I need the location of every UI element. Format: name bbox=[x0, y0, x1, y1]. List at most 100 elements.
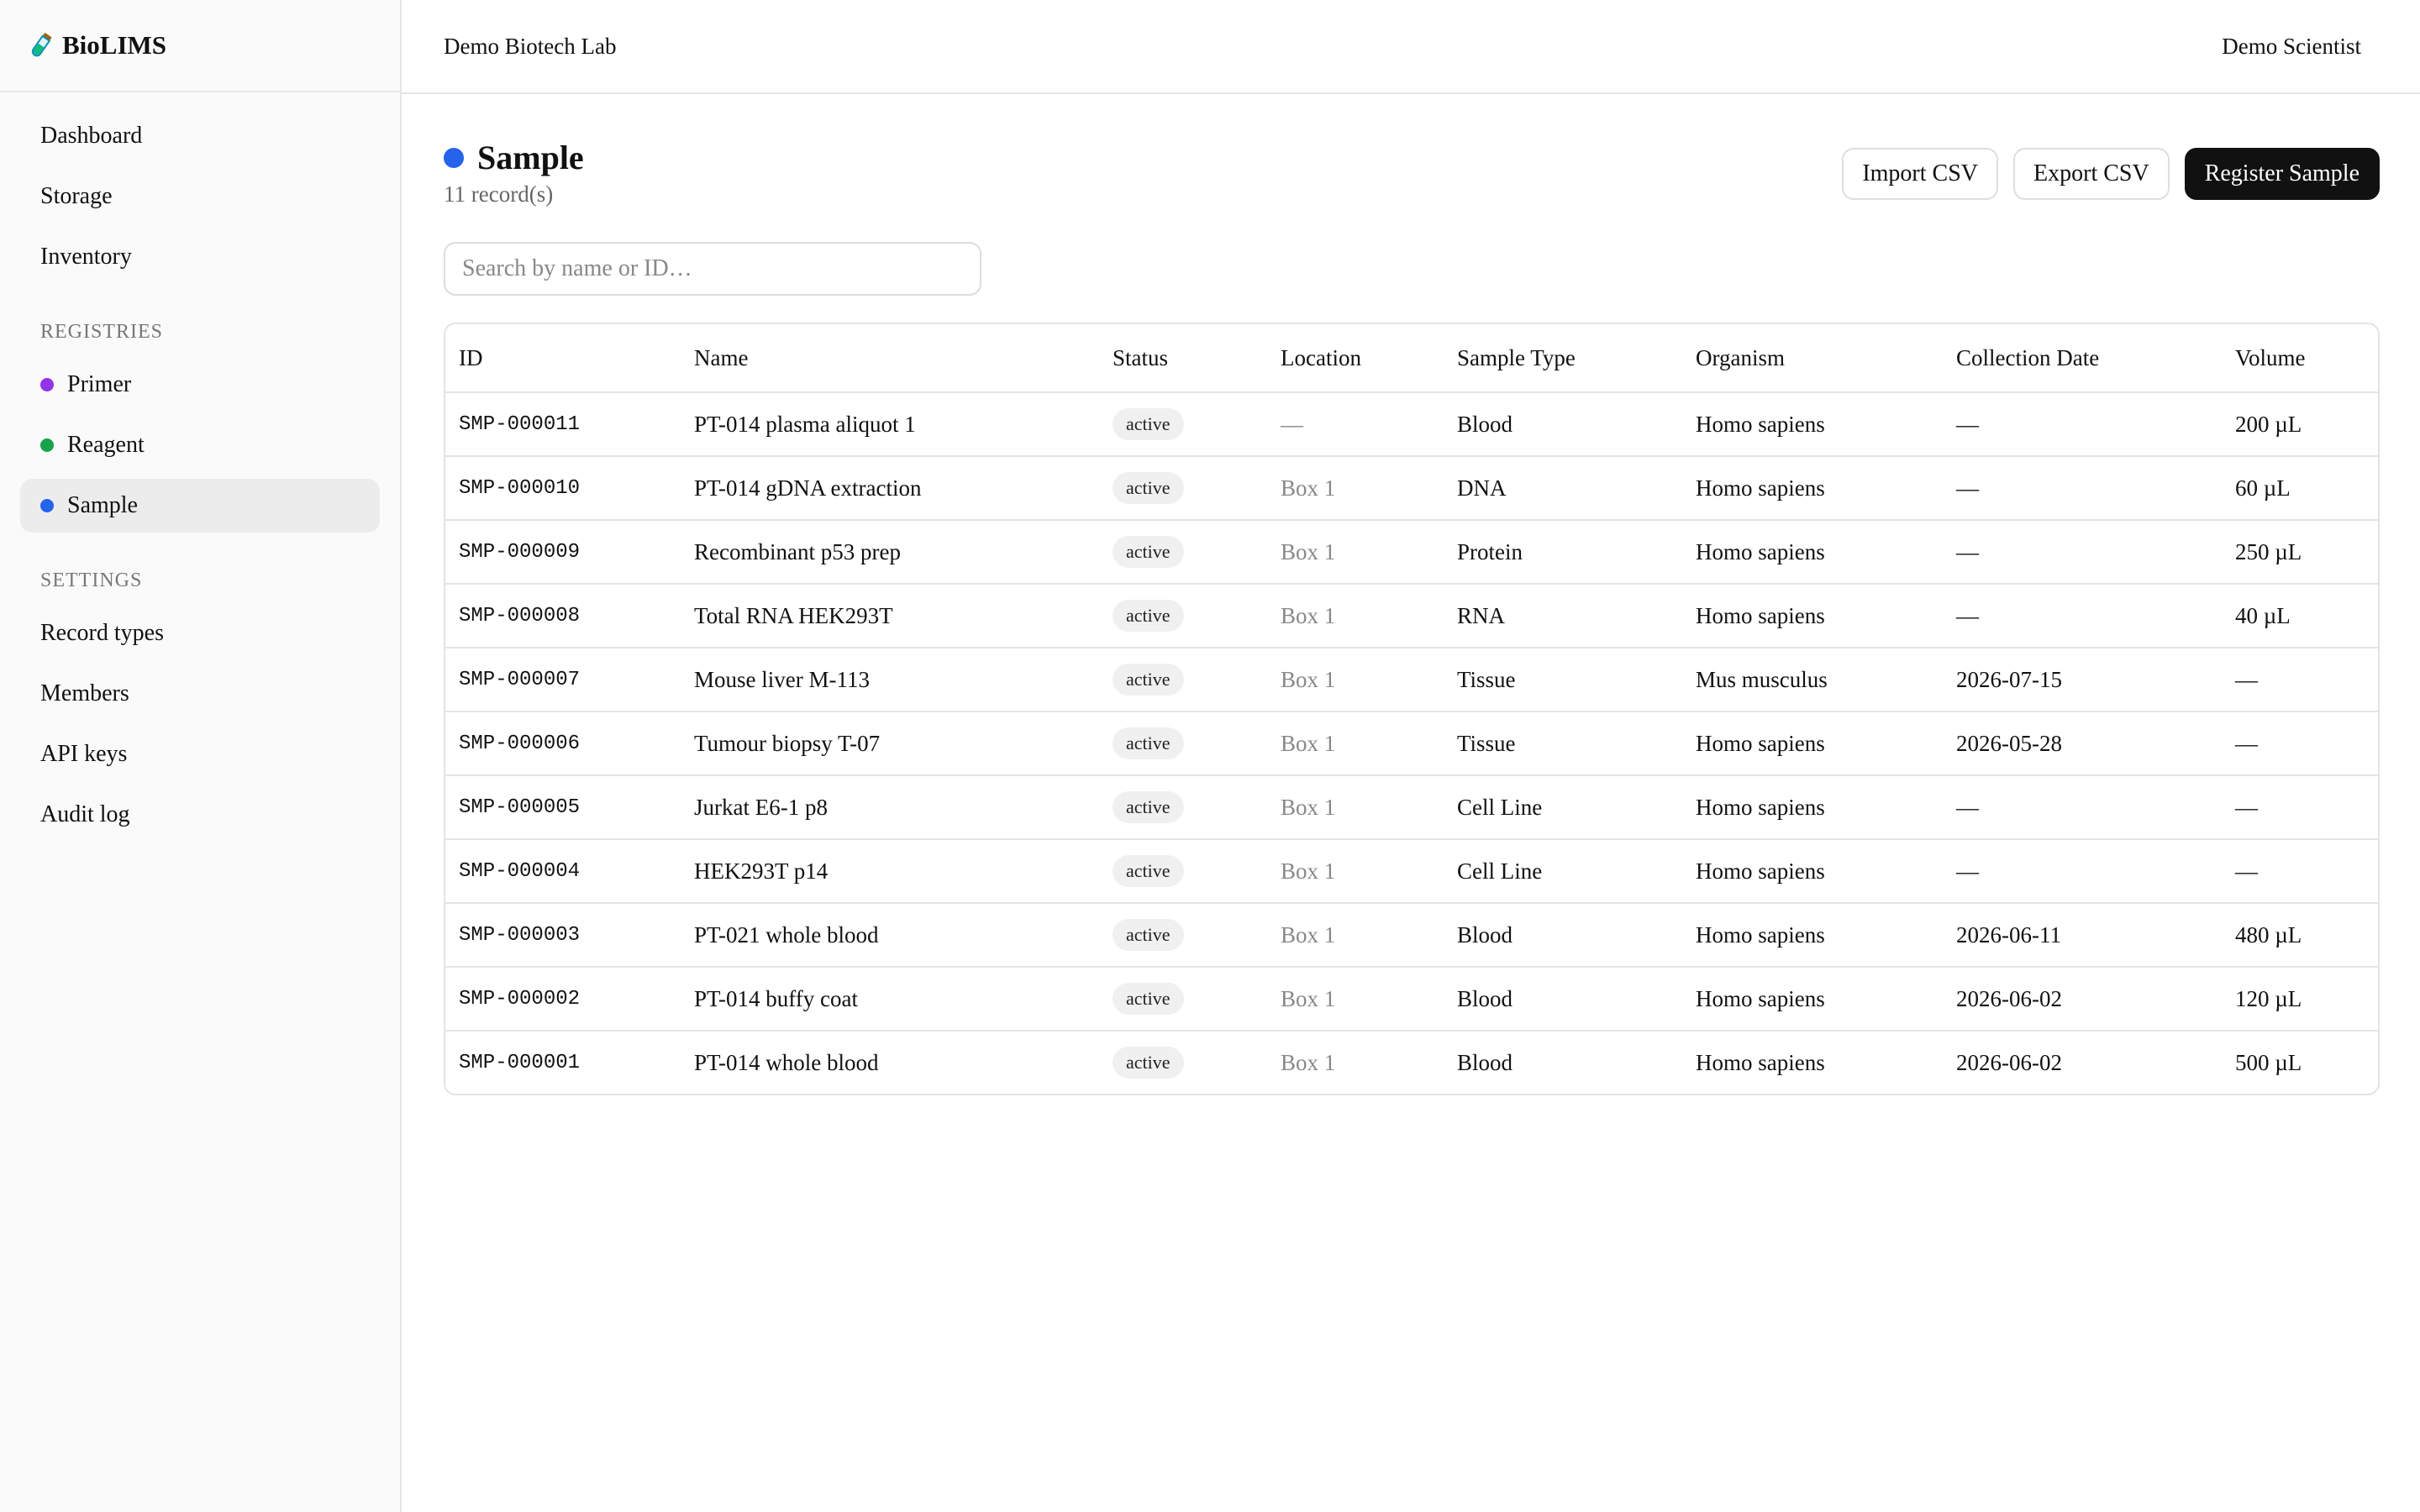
cell-name[interactable]: Jurkat E6-1 p8 bbox=[681, 775, 1099, 840]
cell-name[interactable]: Mouse liver M-113 bbox=[681, 648, 1099, 712]
status-badge: active bbox=[1113, 472, 1184, 504]
table-row[interactable]: SMP-000007 Mouse liver M-113 active Box 1 Ti… bbox=[445, 648, 2378, 712]
cell-collection-date: — bbox=[1943, 775, 2222, 840]
cell-location: Box 1 bbox=[1267, 903, 1444, 968]
cell-location: — bbox=[1267, 392, 1444, 457]
column-header-sample-type[interactable]: Sample Type bbox=[1444, 324, 1682, 393]
sidebar-item-label: Inventory bbox=[40, 244, 132, 270]
table-row[interactable]: SMP-000003 PT-021 whole blood active Box 1B… bbox=[445, 903, 2378, 968]
cell-id: SMP-000006 bbox=[445, 711, 681, 776]
cell-volume: 60 µL bbox=[2222, 456, 2378, 521]
column-header-location[interactable]: Location bbox=[1267, 324, 1444, 393]
cell-id: SMP-000004 bbox=[445, 839, 681, 904]
cell-name[interactable]: Tumour biopsy T-07 bbox=[681, 711, 1099, 776]
cell-name[interactable]: PT-021 whole blood bbox=[681, 903, 1099, 968]
page-header: Sample 11 record(s) Import CSV Export CS… bbox=[444, 94, 2380, 220]
sidebar-item-dashboard[interactable]: Dashboard bbox=[20, 109, 380, 163]
cell-name[interactable]: Recombinant p53 prep bbox=[681, 520, 1099, 585]
column-header-organism[interactable]: Organism bbox=[1682, 324, 1943, 393]
search-input[interactable] bbox=[444, 242, 981, 296]
page-actions: Import CSV Export CSV Register Sample bbox=[1842, 148, 2380, 200]
export-csv-button[interactable]: Export CSV bbox=[2013, 148, 2170, 200]
sidebar-item-inventory[interactable]: Inventory bbox=[20, 230, 380, 284]
sidebar-item-label: Reagent bbox=[67, 432, 145, 458]
cell-name[interactable]: PT-014 plasma aliquot 1 bbox=[681, 392, 1099, 457]
column-header-collection-date[interactable]: Collection Date bbox=[1943, 324, 2222, 393]
cell-status: active bbox=[1099, 967, 1267, 1032]
table-row[interactable]: SMP-000006 Tumour biopsy T-07 active Box 1T… bbox=[445, 711, 2378, 776]
cell-name[interactable]: Total RNA HEK293T bbox=[681, 584, 1099, 648]
cell-organism: Homo sapiens bbox=[1696, 1049, 1825, 1075]
column-header-name[interactable]: Name bbox=[681, 324, 1099, 393]
table-row[interactable]: SMP-000001 PT-014 whole blood active Box 1 B… bbox=[445, 1031, 2378, 1094]
register-sample-button[interactable]: Register Sample bbox=[2184, 148, 2380, 200]
table-row[interactable]: SMP-000009 Recombinant p53 prep active Box … bbox=[445, 520, 2378, 585]
flask-icon bbox=[27, 31, 55, 60]
user-menu[interactable]: Demo Scientist bbox=[2222, 34, 2361, 60]
cell-location: Box 1 bbox=[1267, 520, 1444, 585]
cell-location: Box 1 bbox=[1267, 648, 1444, 712]
status-badge: active bbox=[1113, 408, 1184, 440]
cell-organism: Homo sapiens bbox=[1682, 456, 1943, 521]
cell-id: SMP-000005 bbox=[445, 775, 681, 840]
cell-status: active bbox=[1099, 903, 1267, 968]
cell-status: active bbox=[1099, 711, 1267, 776]
cell-volume: — bbox=[2222, 711, 2378, 776]
registry-dot-icon bbox=[444, 147, 464, 168]
sidebar-item-record-types[interactable]: Record types bbox=[20, 606, 380, 660]
table-row[interactable]: SMP-000005 Jurkat E6-1 p8 active Box 1 Cell … bbox=[445, 775, 2378, 840]
record-count: 11 record(s) bbox=[444, 181, 554, 207]
sidebar: BioLIMS Dashboard Storage Inventory REGI… bbox=[0, 0, 402, 1512]
cell-collection-date: 2026-06-11 bbox=[1943, 903, 2222, 968]
sidebar-item-storage[interactable]: Storage bbox=[20, 170, 380, 223]
brand[interactable]: BioLIMS bbox=[0, 0, 400, 92]
cell-name[interactable]: HEK293T p14 bbox=[681, 839, 1099, 904]
status-badge: active bbox=[1113, 919, 1184, 951]
cell-status: active bbox=[1099, 456, 1267, 521]
status-badge: active bbox=[1113, 791, 1184, 823]
cell-volume: 250 µL bbox=[2222, 520, 2378, 585]
sidebar-item-primer[interactable]: Primer bbox=[20, 358, 380, 412]
sidebar-item-label: Record types bbox=[40, 620, 164, 646]
settings-heading: SETTINGS bbox=[40, 570, 143, 591]
page-title: Sample bbox=[444, 138, 584, 177]
column-header-volume[interactable]: Volume bbox=[2222, 324, 2378, 393]
cell-volume: 200 µL bbox=[2222, 392, 2378, 457]
cell-name[interactable]: PT-014 gDNA extraction bbox=[681, 456, 1099, 521]
registry-dot-icon bbox=[40, 438, 54, 452]
column-header-id[interactable]: ID bbox=[445, 324, 681, 393]
table-row[interactable]: SMP-000002 PT-014 buffy coat active Box 1 Bl… bbox=[445, 967, 2378, 1032]
cell-collection-date: 2026-05-28 bbox=[1943, 711, 2222, 776]
sidebar-item-reagent[interactable]: Reagent bbox=[20, 418, 380, 472]
sidebar-item-sample[interactable]: Sample bbox=[20, 479, 380, 533]
status-badge: active bbox=[1113, 855, 1184, 887]
cell-organism: Homo sapiens bbox=[1682, 392, 1943, 457]
sidebar-item-api-keys[interactable]: API keys bbox=[20, 727, 380, 781]
table-row[interactable]: SMP-000010 PT-014 gDNA extraction active Bo… bbox=[445, 456, 2378, 521]
cell-id: SMP-000009 bbox=[445, 520, 681, 585]
sidebar-item-audit-log[interactable]: Audit log bbox=[20, 788, 380, 842]
cell-location: Box 1 bbox=[1267, 839, 1444, 904]
cell-name[interactable]: PT-014 buffy coat bbox=[681, 967, 1099, 1032]
cell-location: Box 1 bbox=[1267, 775, 1444, 840]
cell-organism: Homo sapiens bbox=[1682, 711, 1943, 776]
cell-location: Box 1 bbox=[1267, 711, 1444, 776]
column-header-status[interactable]: Status bbox=[1099, 324, 1267, 393]
cell-status: active bbox=[1099, 520, 1267, 585]
cell-name[interactable]: PT-014 whole blood bbox=[681, 1031, 1099, 1094]
sidebar-item-label: Dashboard bbox=[40, 123, 143, 149]
sidebar-item-members[interactable]: Members bbox=[20, 667, 380, 721]
cell-location: Box 1 bbox=[1267, 967, 1444, 1032]
cell-volume: 120 µL bbox=[2222, 967, 2378, 1032]
cell-collection-date: 2026-06-02 bbox=[1943, 967, 2222, 1032]
sidebar-item-label: Storage bbox=[40, 183, 113, 209]
table-row[interactable]: SMP-000011 PT-014 plasma aliquot 1 active —… bbox=[445, 392, 2378, 457]
table-row[interactable]: SMP-000008 Total RNA HEK293T active Box 1 RN… bbox=[445, 584, 2378, 648]
cell-sample-type: Blood bbox=[1457, 1049, 1513, 1075]
cell-sample-type: Tissue bbox=[1444, 648, 1682, 712]
org-switcher[interactable]: Demo Biotech Lab bbox=[444, 34, 616, 60]
table-row[interactable]: SMP-000004 HEK293T p14 active Box 1 Cell Lin… bbox=[445, 839, 2378, 904]
page-title-text: Sample bbox=[477, 139, 584, 176]
import-csv-button[interactable]: Import CSV bbox=[1842, 148, 1999, 200]
cell-volume: 40 µL bbox=[2222, 584, 2378, 648]
